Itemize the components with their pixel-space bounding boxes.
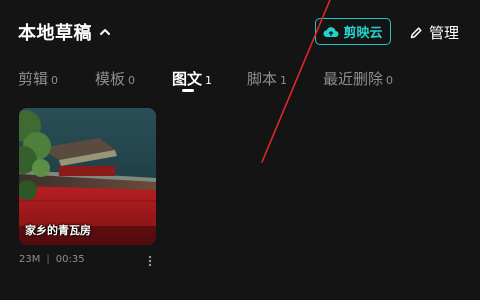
- meta-separator: |: [46, 254, 50, 265]
- draft-card[interactable]: 家乡的青瓦房: [19, 108, 156, 245]
- more-vertical-icon[interactable]: [147, 254, 153, 268]
- tab-templates[interactable]: 模板 0: [95, 68, 135, 89]
- draft-title: 家乡的青瓦房: [25, 224, 91, 237]
- tab-label: 脚本: [247, 70, 278, 88]
- tab-recently-deleted[interactable]: 最近删除 0: [323, 68, 393, 89]
- header: 本地草稿 剪映云 管理: [0, 0, 480, 62]
- draft-tabs: 剪辑 0 模板 0 图文 1 脚本 1 最近删除 0: [0, 62, 480, 98]
- tab-count: 0: [51, 74, 59, 87]
- active-tab-indicator: [182, 89, 194, 92]
- drafts-title-dropdown[interactable]: 本地草稿: [18, 19, 111, 45]
- tab-label: 最近删除: [323, 70, 384, 88]
- page-title: 本地草稿: [18, 23, 92, 44]
- tab-count: 0: [128, 74, 136, 87]
- draft-size: 23M: [19, 254, 41, 265]
- manage-button[interactable]: 管理: [409, 22, 459, 43]
- pencil-icon: [410, 26, 422, 38]
- tab-count: 1: [280, 74, 288, 87]
- tab-scripts[interactable]: 脚本 1: [247, 68, 287, 89]
- cloud-upload-icon: [323, 26, 339, 37]
- manage-button-label: 管理: [429, 24, 460, 42]
- tab-count: 1: [205, 74, 213, 87]
- cloud-button[interactable]: 剪映云: [315, 18, 391, 45]
- tab-edit[interactable]: 剪辑 0: [18, 68, 58, 89]
- draft-meta: 23M | 00:35: [19, 254, 85, 265]
- tab-image-text[interactable]: 图文 1: [172, 68, 212, 89]
- draft-duration: 00:35: [55, 254, 85, 265]
- tab-label: 图文: [172, 70, 203, 88]
- tab-label: 模板: [95, 70, 126, 88]
- tab-count: 0: [386, 74, 394, 87]
- cloud-button-label: 剪映云: [343, 26, 383, 41]
- drafts-screen: 本地草稿 剪映云 管理 剪辑 0 模板 0 图文 1 脚本 1 最近删除 0 家…: [0, 0, 480, 300]
- chevron-up-icon: [100, 29, 110, 35]
- tab-label: 剪辑: [18, 70, 49, 88]
